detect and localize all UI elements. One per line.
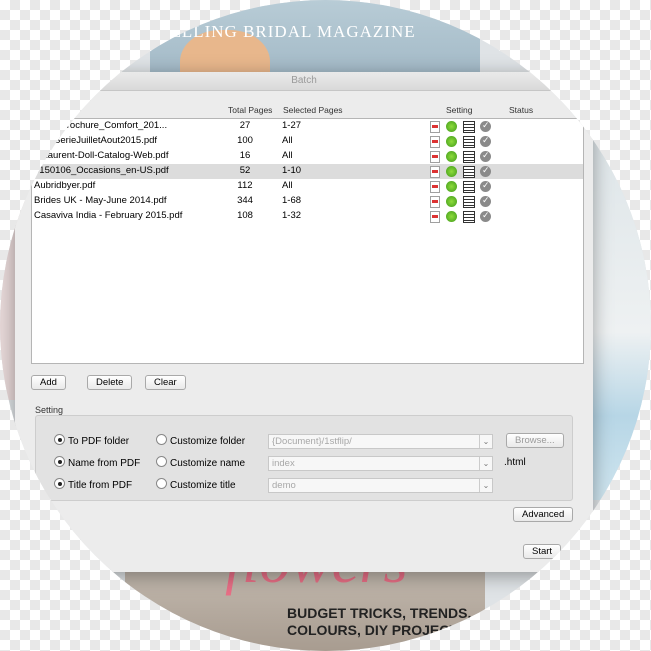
name-from-pdf-radio[interactable]: Name from PDF — [54, 456, 140, 469]
total-pages: 344 — [237, 195, 253, 206]
table-row[interactable]: Casaviva India - February 2015.pdf 108 1… — [32, 209, 583, 224]
pdf-icon[interactable] — [430, 196, 440, 208]
name-value: index — [272, 458, 295, 469]
setting-panel: To PDF folder Customize folder {Document… — [35, 415, 573, 501]
file-name: ange_Brochure_Comfort_201... — [34, 120, 168, 131]
column-status: Status — [509, 105, 534, 115]
table-row[interactable]: Aubridbyer.pdf 112 All — [32, 179, 583, 194]
customize-title-radio[interactable]: Customize title — [156, 478, 236, 491]
selected-pages: 1-27 — [282, 120, 302, 131]
refresh-icon[interactable] — [446, 166, 457, 177]
name-combobox[interactable]: index ⌄ — [268, 456, 493, 471]
magazine-tagline-1: BUDGET TRICKS, TRENDS, — [287, 605, 472, 621]
to-pdf-folder-label: To PDF folder — [68, 436, 130, 447]
file-table[interactable]: ange_Brochure_Comfort_201... 27 1-27 Hor… — [31, 118, 584, 364]
title-combobox[interactable]: demo ⌄ — [268, 478, 493, 493]
batch-window: Batch Total Pages Selected Pages Setting… — [15, 72, 593, 572]
refresh-icon[interactable] — [446, 136, 457, 147]
layout-icon[interactable] — [463, 181, 475, 193]
pdf-icon[interactable] — [430, 121, 440, 133]
layout-icon[interactable] — [463, 151, 475, 163]
layout-icon[interactable] — [463, 211, 475, 223]
column-selected-pages: Selected Pages — [283, 105, 343, 115]
folder-combobox[interactable]: {Document}/1stflip/ ⌄ — [268, 434, 493, 449]
status-check-icon — [480, 165, 491, 177]
title-from-pdf-label: Title from PDF — [68, 480, 133, 491]
layout-icon[interactable] — [463, 166, 475, 178]
title-from-pdf-radio[interactable]: Title from PDF — [54, 478, 132, 491]
layout-icon[interactable] — [463, 121, 475, 133]
layout-icon[interactable] — [463, 136, 475, 148]
refresh-icon[interactable] — [446, 181, 457, 192]
refresh-icon[interactable] — [446, 211, 457, 222]
total-pages: 16 — [239, 150, 251, 161]
selected-pages: 1-10 — [282, 165, 302, 176]
setting-section-label: Setting — [35, 405, 64, 415]
selected-pages: All — [282, 135, 293, 146]
pdf-icon[interactable] — [430, 211, 440, 223]
layout-icon[interactable] — [463, 196, 475, 208]
status-check-icon — [480, 120, 491, 132]
chevron-down-icon[interactable]: ⌄ — [479, 435, 492, 448]
start-button[interactable]: Start — [523, 544, 562, 559]
browse-button[interactable]: Browse... — [506, 433, 564, 448]
refresh-icon[interactable] — [446, 196, 457, 207]
table-row[interactable]: Brides UK - May-June 2014.pdf 344 1-68 — [32, 194, 583, 209]
title-value: demo — [272, 480, 296, 491]
customize-name-radio[interactable]: Customize name — [156, 456, 245, 469]
extension-label: .html — [504, 457, 526, 468]
pdf-icon[interactable] — [430, 136, 440, 148]
file-name: Brides UK - May-June 2014.pdf — [34, 195, 167, 206]
status-check-icon — [480, 180, 491, 192]
status-check-icon — [480, 210, 491, 222]
refresh-icon[interactable] — [446, 151, 457, 162]
customize-title-label: Customize title — [170, 480, 236, 491]
customize-name-label: Customize name — [170, 458, 246, 469]
total-pages: 27 — [239, 120, 251, 131]
total-pages: 52 — [239, 165, 251, 176]
customize-folder-radio[interactable]: Customize folder — [156, 434, 245, 447]
selected-pages: All — [282, 180, 293, 191]
magazine-headline: SELLING BRIDAL MAGAZINE — [160, 22, 416, 41]
selected-pages: All — [282, 150, 293, 161]
chevron-down-icon[interactable]: ⌄ — [479, 479, 492, 492]
pdf-icon[interactable] — [430, 151, 440, 163]
file-name: 0150106_Occasions_en-US.pdf — [34, 165, 169, 176]
clear-button[interactable]: Clear — [145, 375, 186, 390]
file-name: Casaviva India - February 2015.pdf — [34, 210, 183, 221]
total-pages: 100 — [237, 135, 253, 146]
window-title: Batch — [15, 72, 593, 91]
advanced-button[interactable]: Advanced — [513, 507, 574, 522]
table-row-selected[interactable]: 0150106_Occasions_en-US.pdf 52 1-10 — [32, 164, 583, 179]
magazine-tagline-2: COLOURS, DIY PROJECTS — [287, 622, 468, 638]
pdf-icon[interactable] — [430, 166, 440, 178]
pdf-icon[interactable] — [430, 181, 440, 193]
total-pages: 108 — [237, 210, 253, 221]
delete-button[interactable]: Delete — [87, 375, 133, 390]
file-name: Aubridbyer.pdf — [34, 180, 96, 191]
add-button[interactable]: Add — [31, 375, 66, 390]
table-row[interactable]: ange_Brochure_Comfort_201... 27 1-27 — [32, 119, 583, 134]
chevron-down-icon[interactable]: ⌄ — [479, 457, 492, 470]
file-name: HorsSerieJuilletAout2015.pdf — [34, 135, 158, 146]
to-pdf-folder-radio[interactable]: To PDF folder — [54, 434, 129, 447]
name-from-pdf-label: Name from PDF — [68, 458, 141, 469]
table-row[interactable]: 4-Laurent-Doll-Catalog-Web.pdf 16 All — [32, 149, 583, 164]
file-name: 4-Laurent-Doll-Catalog-Web.pdf — [34, 150, 169, 161]
total-pages: 112 — [237, 180, 253, 191]
selected-pages: 1-68 — [282, 195, 302, 206]
circular-frame: ​ SELLING BRIDAL MAGAZINE flowers BUDGET… — [0, 0, 651, 651]
selected-pages: 1-32 — [282, 210, 302, 221]
status-check-icon — [480, 150, 491, 162]
status-check-icon — [480, 195, 491, 207]
table-row[interactable]: HorsSerieJuilletAout2015.pdf 100 All — [32, 134, 583, 149]
refresh-icon[interactable] — [446, 121, 457, 132]
column-setting: Setting — [446, 105, 473, 115]
column-total-pages: Total Pages — [228, 105, 273, 115]
customize-folder-label: Customize folder — [170, 436, 246, 447]
status-check-icon — [480, 135, 491, 147]
folder-value: {Document}/1stflip/ — [272, 436, 352, 447]
